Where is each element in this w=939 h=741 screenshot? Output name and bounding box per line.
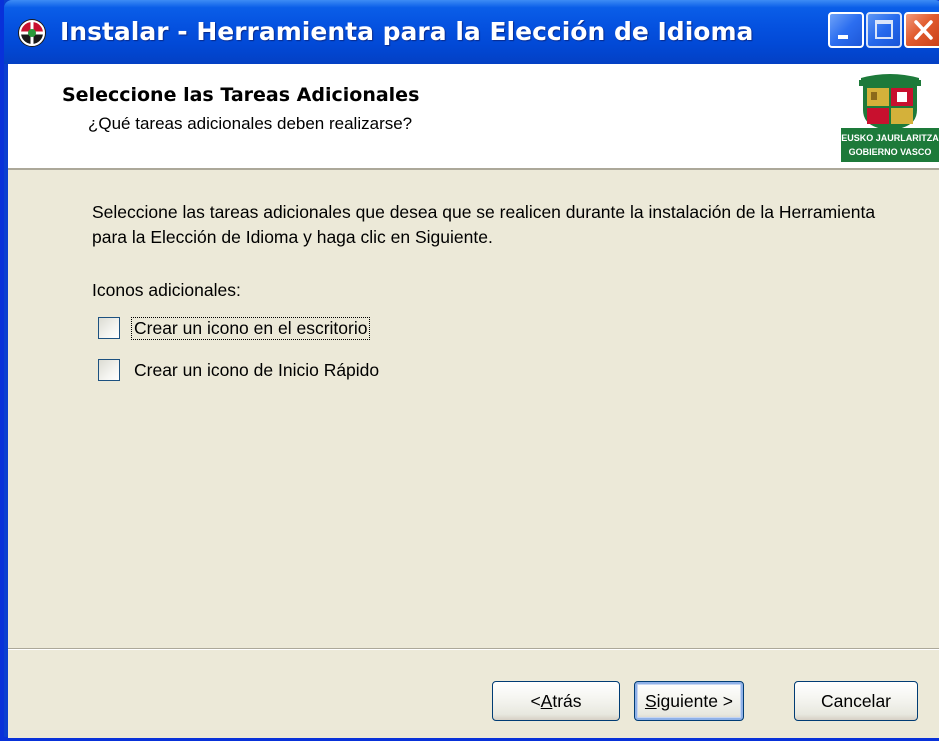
minimize-button[interactable]	[828, 12, 864, 48]
quicklaunch-icon-label[interactable]: Crear un icono de Inicio Rápido	[132, 360, 381, 381]
cancel-button[interactable]: Cancelar	[794, 681, 918, 721]
maximize-icon	[875, 20, 893, 39]
page-subtitle: ¿Qué tareas adicionales deben realizarse…	[88, 114, 413, 133]
close-button[interactable]	[904, 12, 939, 48]
title-bar[interactable]: Instalar - Herramienta para la Elección …	[4, 0, 939, 64]
installer-window: Instalar - Herramienta para la Elección …	[0, 0, 939, 741]
gobierno-vasco-logo: EUSKO JAURLARITZA GOBIERNO VASCO	[841, 72, 939, 162]
page-title: Seleccione las Tareas Adicionales	[62, 84, 420, 106]
coat-of-arms-icon	[859, 74, 921, 130]
instructions-text: Seleccione las tareas adicionales que de…	[92, 202, 876, 247]
close-icon	[914, 20, 933, 40]
desktop-icon-checkbox[interactable]	[98, 317, 120, 339]
back-button[interactable]: < Atrás	[492, 681, 620, 721]
desktop-icon-option[interactable]: Crear un icono en el escritorio	[98, 315, 371, 341]
desktop-icon-label[interactable]: Crear un icono en el escritorio	[130, 316, 371, 340]
wizard-header: Seleccione las Tareas Adicionales ¿Qué t…	[8, 64, 939, 170]
window-title: Instalar - Herramienta para la Elección …	[60, 17, 754, 46]
wizard-footer: < Atrás Siguiente > Cancelar	[8, 648, 939, 738]
quicklaunch-icon-option[interactable]: Crear un icono de Inicio Rápido	[98, 357, 381, 383]
logo-caption: EUSKO JAURLARITZA GOBIERNO VASCO	[841, 128, 939, 162]
installer-app-icon	[18, 19, 46, 47]
next-button[interactable]: Siguiente >	[634, 681, 744, 721]
maximize-button[interactable]	[866, 12, 902, 48]
section-label: Iconos adicionales:	[92, 280, 241, 300]
quicklaunch-icon-checkbox[interactable]	[98, 359, 120, 381]
minimize-icon	[838, 35, 848, 39]
wizard-content: Seleccione las tareas adicionales que de…	[8, 170, 939, 648]
